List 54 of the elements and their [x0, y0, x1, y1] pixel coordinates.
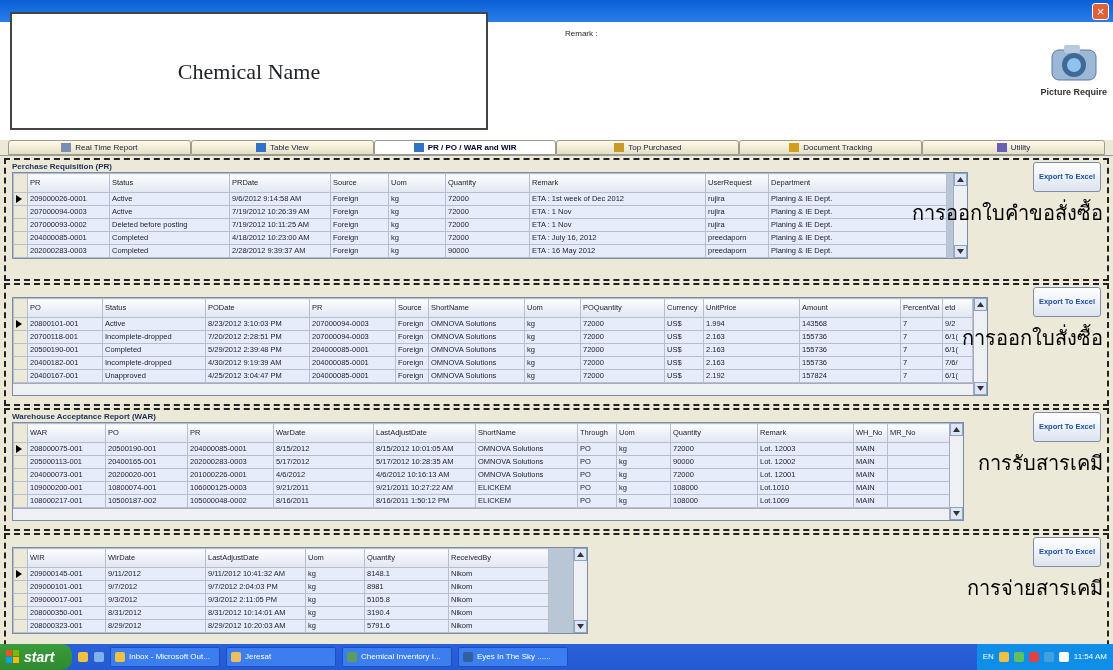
up-arrow-icon[interactable] [577, 552, 584, 557]
app-icon [463, 652, 473, 662]
row-pointer-icon [16, 320, 22, 329]
tab[interactable]: PR / PO / WAR and WIR [373, 140, 557, 155]
row-pointer-icon [16, 570, 22, 579]
tab[interactable]: Document Tracking [739, 140, 923, 155]
up-arrow-icon[interactable] [957, 177, 964, 182]
down-arrow-icon[interactable] [953, 511, 960, 516]
tray-icon[interactable] [998, 652, 1009, 662]
down-arrow-icon[interactable] [977, 386, 984, 391]
app-icon [231, 652, 241, 662]
horizontal-scrollbar[interactable] [13, 383, 973, 395]
camera-icon[interactable] [1049, 42, 1098, 82]
tab[interactable]: Real Time Report [8, 140, 191, 155]
picture-label: Picture Require [1040, 86, 1107, 99]
row-pointer-icon [16, 445, 22, 454]
tray-icon[interactable] [1013, 652, 1024, 662]
down-arrow-icon[interactable] [577, 624, 584, 629]
taskbar-button[interactable]: Chemical Inventory I... [342, 647, 452, 667]
up-arrow-icon[interactable] [953, 427, 960, 432]
close-button[interactable]: × [1092, 3, 1109, 20]
tray-icon[interactable] [1028, 652, 1039, 662]
tab-icon [614, 143, 625, 152]
horizontal-scrollbar[interactable] [13, 508, 949, 520]
tray-icon[interactable] [1058, 652, 1069, 662]
vertical-scrollbar[interactable] [949, 423, 963, 520]
up-arrow-icon[interactable] [977, 302, 984, 307]
taskbar-button[interactable]: Eyes In The Sky ...... [458, 647, 568, 667]
vertical-scrollbar[interactable] [573, 548, 587, 633]
tab-icon [996, 143, 1007, 152]
tab[interactable]: Utility [922, 140, 1105, 155]
annotation-box: Chemical Name [10, 12, 488, 130]
taskbar-button[interactable]: Jeresat [226, 647, 336, 667]
section-title: Warehouse Acceptance Report (WAR) [12, 411, 157, 422]
tab[interactable]: Table View [190, 140, 374, 155]
windows-logo-icon [6, 650, 20, 664]
annotation-label: การจ่ายสารเคมี [967, 576, 1103, 601]
tab-icon [255, 143, 266, 152]
tab[interactable]: Top Purchased [556, 140, 740, 155]
tab-icon [789, 143, 800, 152]
clock: 11:54 AM [1073, 651, 1107, 663]
taskbar-button[interactable]: Inbox - Microsoft Out... [110, 647, 220, 667]
annotation-label: การรับสารเคมี [978, 451, 1103, 476]
row-selector[interactable] [13, 442, 28, 456]
section-title: Perchase Requisition (PR) [12, 161, 114, 172]
down-arrow-icon[interactable] [957, 249, 964, 254]
start-button[interactable]: start [0, 644, 72, 670]
remark-label: Remark : [565, 28, 598, 40]
app-icon [347, 652, 357, 662]
row-pointer-icon [16, 195, 22, 204]
row-selector[interactable] [13, 192, 28, 206]
tab-icon [413, 143, 424, 152]
tab-icon [61, 143, 72, 152]
app-icon [115, 652, 125, 662]
